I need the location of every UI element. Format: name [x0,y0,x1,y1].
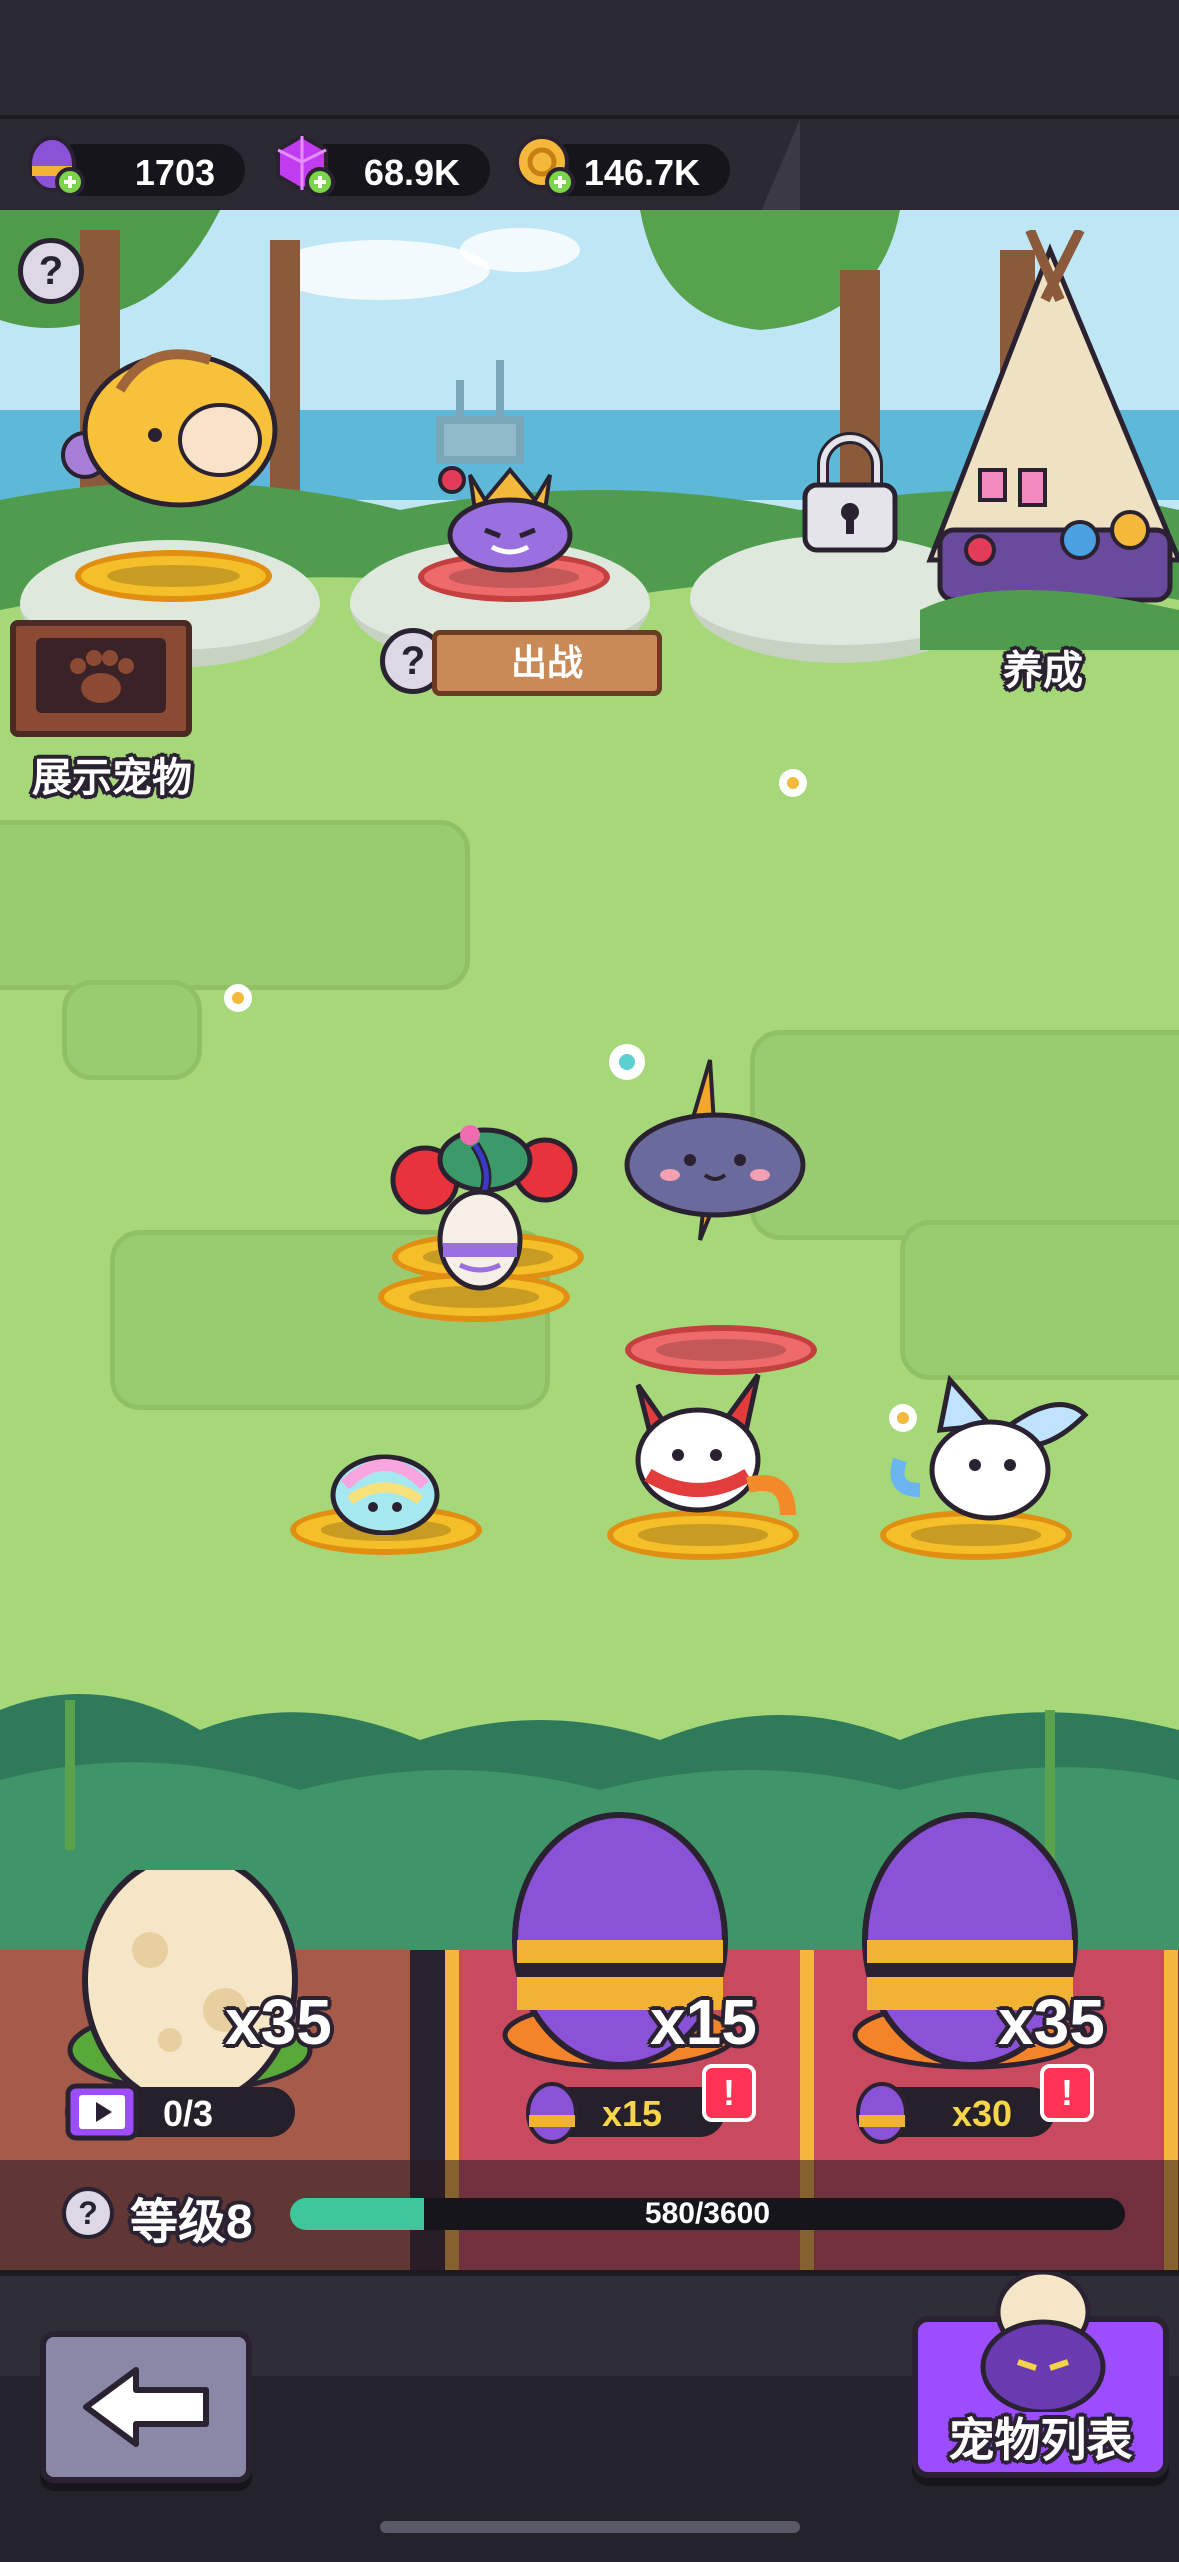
back-button[interactable] [40,2331,252,2483]
egg-cost-pill-2[interactable]: x30 [856,2082,1055,2144]
video-progress-text: 0/3 [163,2093,214,2134]
king-slime-pet[interactable] [430,445,590,575]
display-pets-label[interactable]: 展示宠物 [32,745,192,803]
egg-knight-pet[interactable] [425,1130,535,1295]
egg-cost-pill-1[interactable]: x15 [526,2082,725,2144]
lock-icon [802,432,898,553]
flower-icon [224,984,252,1012]
purple-gem-plus-icon [276,133,335,197]
level-progress-track: 580/3600 [290,2198,1125,2230]
egg-cost-text-2: x30 [952,2093,1013,2134]
display-pets-board[interactable] [10,620,192,737]
battle-sign[interactable]: 出战 [432,630,662,696]
egg-resource[interactable]: 1703 [28,136,245,197]
spotted-egg-count: x35 [225,1986,332,2058]
alert-badge: ! [1040,2064,1094,2122]
level-bar: ? 等级8 580/3600 [0,2160,1179,2270]
gem-resource-value: 68.9K [363,152,460,193]
gold-coin-plus-icon [515,135,575,197]
fox-pet[interactable] [598,1365,798,1535]
status-bar [0,0,1179,115]
help-button[interactable]: ? [18,238,84,304]
coin-resource-value: 146.7K [583,152,700,193]
level-help-button[interactable]: ? [62,2187,114,2239]
flower-icon [779,769,807,797]
grass-patch [62,980,202,1080]
video-progress-pill[interactable]: 0/3 [65,2083,295,2141]
gem-resource[interactable]: 68.9K [276,133,490,197]
pet-list-button[interactable]: 宠物列表 [912,2272,1169,2478]
purple-egg-plus-icon [28,136,85,197]
platform-ring [75,550,272,602]
back-arrow-icon [83,2367,209,2447]
purple-egg-count-1: x15 [650,1986,757,2058]
pet-list-label: 宠物列表 [948,2414,1133,2466]
egg-cost-text-1: x15 [602,2093,663,2134]
home-indicator [380,2521,800,2533]
egg-resource-value: 1703 [134,152,215,193]
purple-egg-cost-icon [856,2082,908,2144]
coin-resource[interactable]: 146.7K [515,135,730,197]
level-progress-text: 580/3600 [644,2198,771,2230]
paw-icon [36,638,166,713]
video-play-icon [65,2083,139,2141]
rainbow-slime-pet[interactable] [325,1445,445,1535]
nurture-tent[interactable] [920,230,1179,650]
purple-egg-count-2: x35 [998,1986,1105,2058]
purple-egg-cost-icon [526,2082,578,2144]
pet-yard-scene: ? 养成 ? 出战 展示宠物 [0,210,1179,1950]
storm-cloud-pet[interactable] [615,1050,815,1250]
grass-patch [0,820,470,990]
nurture-label[interactable]: 养成 [1003,638,1083,696]
resource-bar: 1703 68.9K 146.7K [0,115,1179,218]
grass-patch [900,1220,1179,1380]
alert-badge: ! [702,2064,756,2122]
hooded-pet-icon [980,2272,1106,2412]
bottom-bar: 宠物列表 [0,2270,1179,2562]
mammoth-pet[interactable] [40,320,300,550]
level-label: 等级8 [130,2196,253,2249]
blue-bunny-pet[interactable] [880,1370,1090,1530]
